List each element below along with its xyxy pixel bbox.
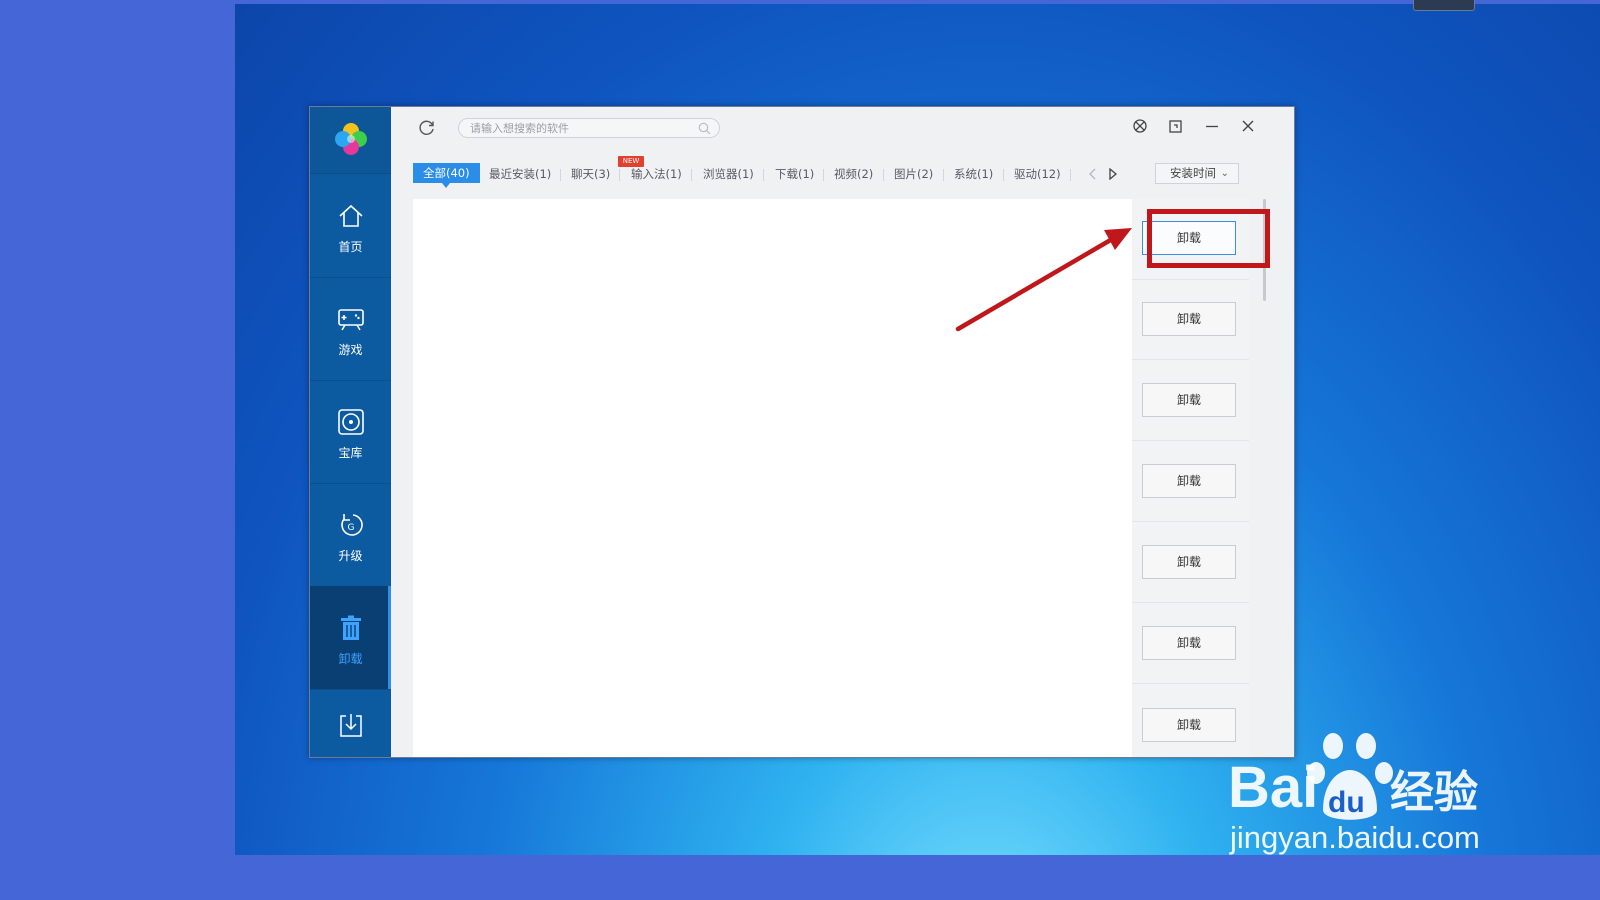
home-icon	[339, 204, 363, 227]
sidebar: 首页 游戏 宝库 G 升级 卸载	[310, 107, 391, 757]
tab-driver[interactable]: 驱动(12)	[1014, 164, 1061, 184]
category-tabs: 全部(40) 最近安装(1) NEW 聊天(3) 输入法(1) 浏览器(1) 下…	[391, 156, 1294, 188]
sidebar-item-label: 升级	[338, 549, 363, 563]
sidebar-item-home[interactable]: 首页	[310, 174, 391, 278]
sidebar-item-games[interactable]: 游戏	[310, 277, 391, 381]
clover-logo-icon	[335, 123, 367, 155]
tab-divider	[763, 169, 764, 181]
watermark-jingyan: 经验	[1390, 767, 1478, 818]
sidebar-item-library[interactable]: 宝库	[310, 380, 391, 484]
sort-label: 安装时间	[1170, 166, 1216, 180]
tab-divider	[691, 169, 692, 181]
search-input[interactable]: 请输入想搜索的软件	[458, 118, 720, 138]
row-divider	[1132, 279, 1249, 280]
search-icon[interactable]	[698, 122, 711, 135]
tab-divider	[1003, 169, 1004, 181]
svg-text:G: G	[348, 523, 355, 533]
sidebar-item-uninstall[interactable]: 卸载	[310, 586, 391, 690]
uninstall-button[interactable]: 卸载	[1142, 708, 1236, 742]
gamepad-icon	[338, 309, 364, 331]
row-divider	[1132, 602, 1249, 603]
sidebar-item-label: 卸载	[338, 652, 363, 666]
uninstall-button[interactable]: 卸载	[1142, 383, 1236, 417]
tab-video[interactable]: 视频(2)	[834, 164, 873, 184]
tab-divider	[883, 169, 884, 181]
watermark-bai: Bai	[1228, 755, 1318, 820]
trash-icon	[341, 615, 361, 640]
software-list-area	[413, 199, 1134, 757]
app-logo	[310, 107, 391, 174]
row-divider	[1132, 521, 1249, 522]
search-placeholder: 请输入想搜索的软件	[470, 122, 569, 135]
row-divider	[1132, 683, 1249, 684]
tab-browser[interactable]: 浏览器(1)	[703, 164, 754, 184]
uninstall-button[interactable]: 卸载	[1142, 545, 1236, 579]
active-indicator	[388, 586, 391, 689]
tab-divider	[560, 169, 561, 181]
restore-icon[interactable]	[1168, 118, 1184, 134]
tab-input-method[interactable]: 输入法(1)	[631, 164, 682, 184]
sort-dropdown[interactable]: 安装时间 ⌄	[1155, 163, 1239, 184]
sidebar-item-downloads[interactable]	[310, 689, 391, 757]
tab-download[interactable]: 下载(1)	[775, 164, 814, 184]
sidebar-item-label: 首页	[338, 240, 363, 254]
sidebar-item-upgrade[interactable]: G 升级	[310, 483, 391, 587]
tab-divider	[823, 169, 824, 181]
watermark-du: du	[1328, 786, 1365, 819]
chevron-down-icon: ⌄	[1220, 168, 1229, 179]
close-icon[interactable]	[1240, 118, 1256, 134]
software-manager-window: 首页 游戏 宝库 G 升级 卸载 请输入想搜索的软件 全部(40) 最近安装(1…	[309, 106, 1295, 758]
tab-divider	[943, 169, 944, 181]
disc-icon	[338, 409, 364, 435]
tab-divider	[1070, 169, 1071, 181]
sidebar-item-label: 游戏	[338, 343, 363, 357]
tab-chat[interactable]: 聊天(3)	[571, 164, 610, 184]
scroll-right-icon[interactable]	[1109, 168, 1117, 180]
gadget-widget	[1413, 0, 1475, 11]
watermark-url: jingyan.baidu.com	[1229, 820, 1480, 855]
uninstall-button[interactable]: 卸载	[1142, 302, 1236, 336]
action-column: 卸载 卸载 卸载 卸载 卸载 卸载 卸载	[1132, 199, 1249, 757]
skin-icon[interactable]	[1132, 118, 1148, 134]
tab-image[interactable]: 图片(2)	[894, 164, 933, 184]
tab-divider	[619, 169, 620, 181]
baidu-watermark-logo: Bai du 经验 jingyan.baidu.com	[1228, 733, 1480, 855]
row-divider	[1132, 359, 1249, 360]
sidebar-item-label: 宝库	[338, 446, 363, 460]
download-icon	[340, 714, 362, 737]
scroll-left-icon[interactable]	[1089, 168, 1097, 180]
uninstall-button[interactable]: 卸载	[1142, 464, 1236, 498]
minimize-icon[interactable]	[1204, 118, 1220, 134]
uninstall-button[interactable]: 卸载	[1142, 626, 1236, 660]
refresh-icon[interactable]	[418, 119, 436, 137]
highlight-box	[1147, 209, 1270, 268]
tab-recent[interactable]: 最近安装(1)	[489, 164, 551, 184]
row-divider	[1132, 440, 1249, 441]
tab-all[interactable]: 全部(40)	[413, 163, 480, 188]
upgrade-icon: G	[341, 514, 363, 536]
tab-system[interactable]: 系统(1)	[954, 164, 993, 184]
top-bar: 请输入想搜索的软件	[391, 107, 1294, 151]
